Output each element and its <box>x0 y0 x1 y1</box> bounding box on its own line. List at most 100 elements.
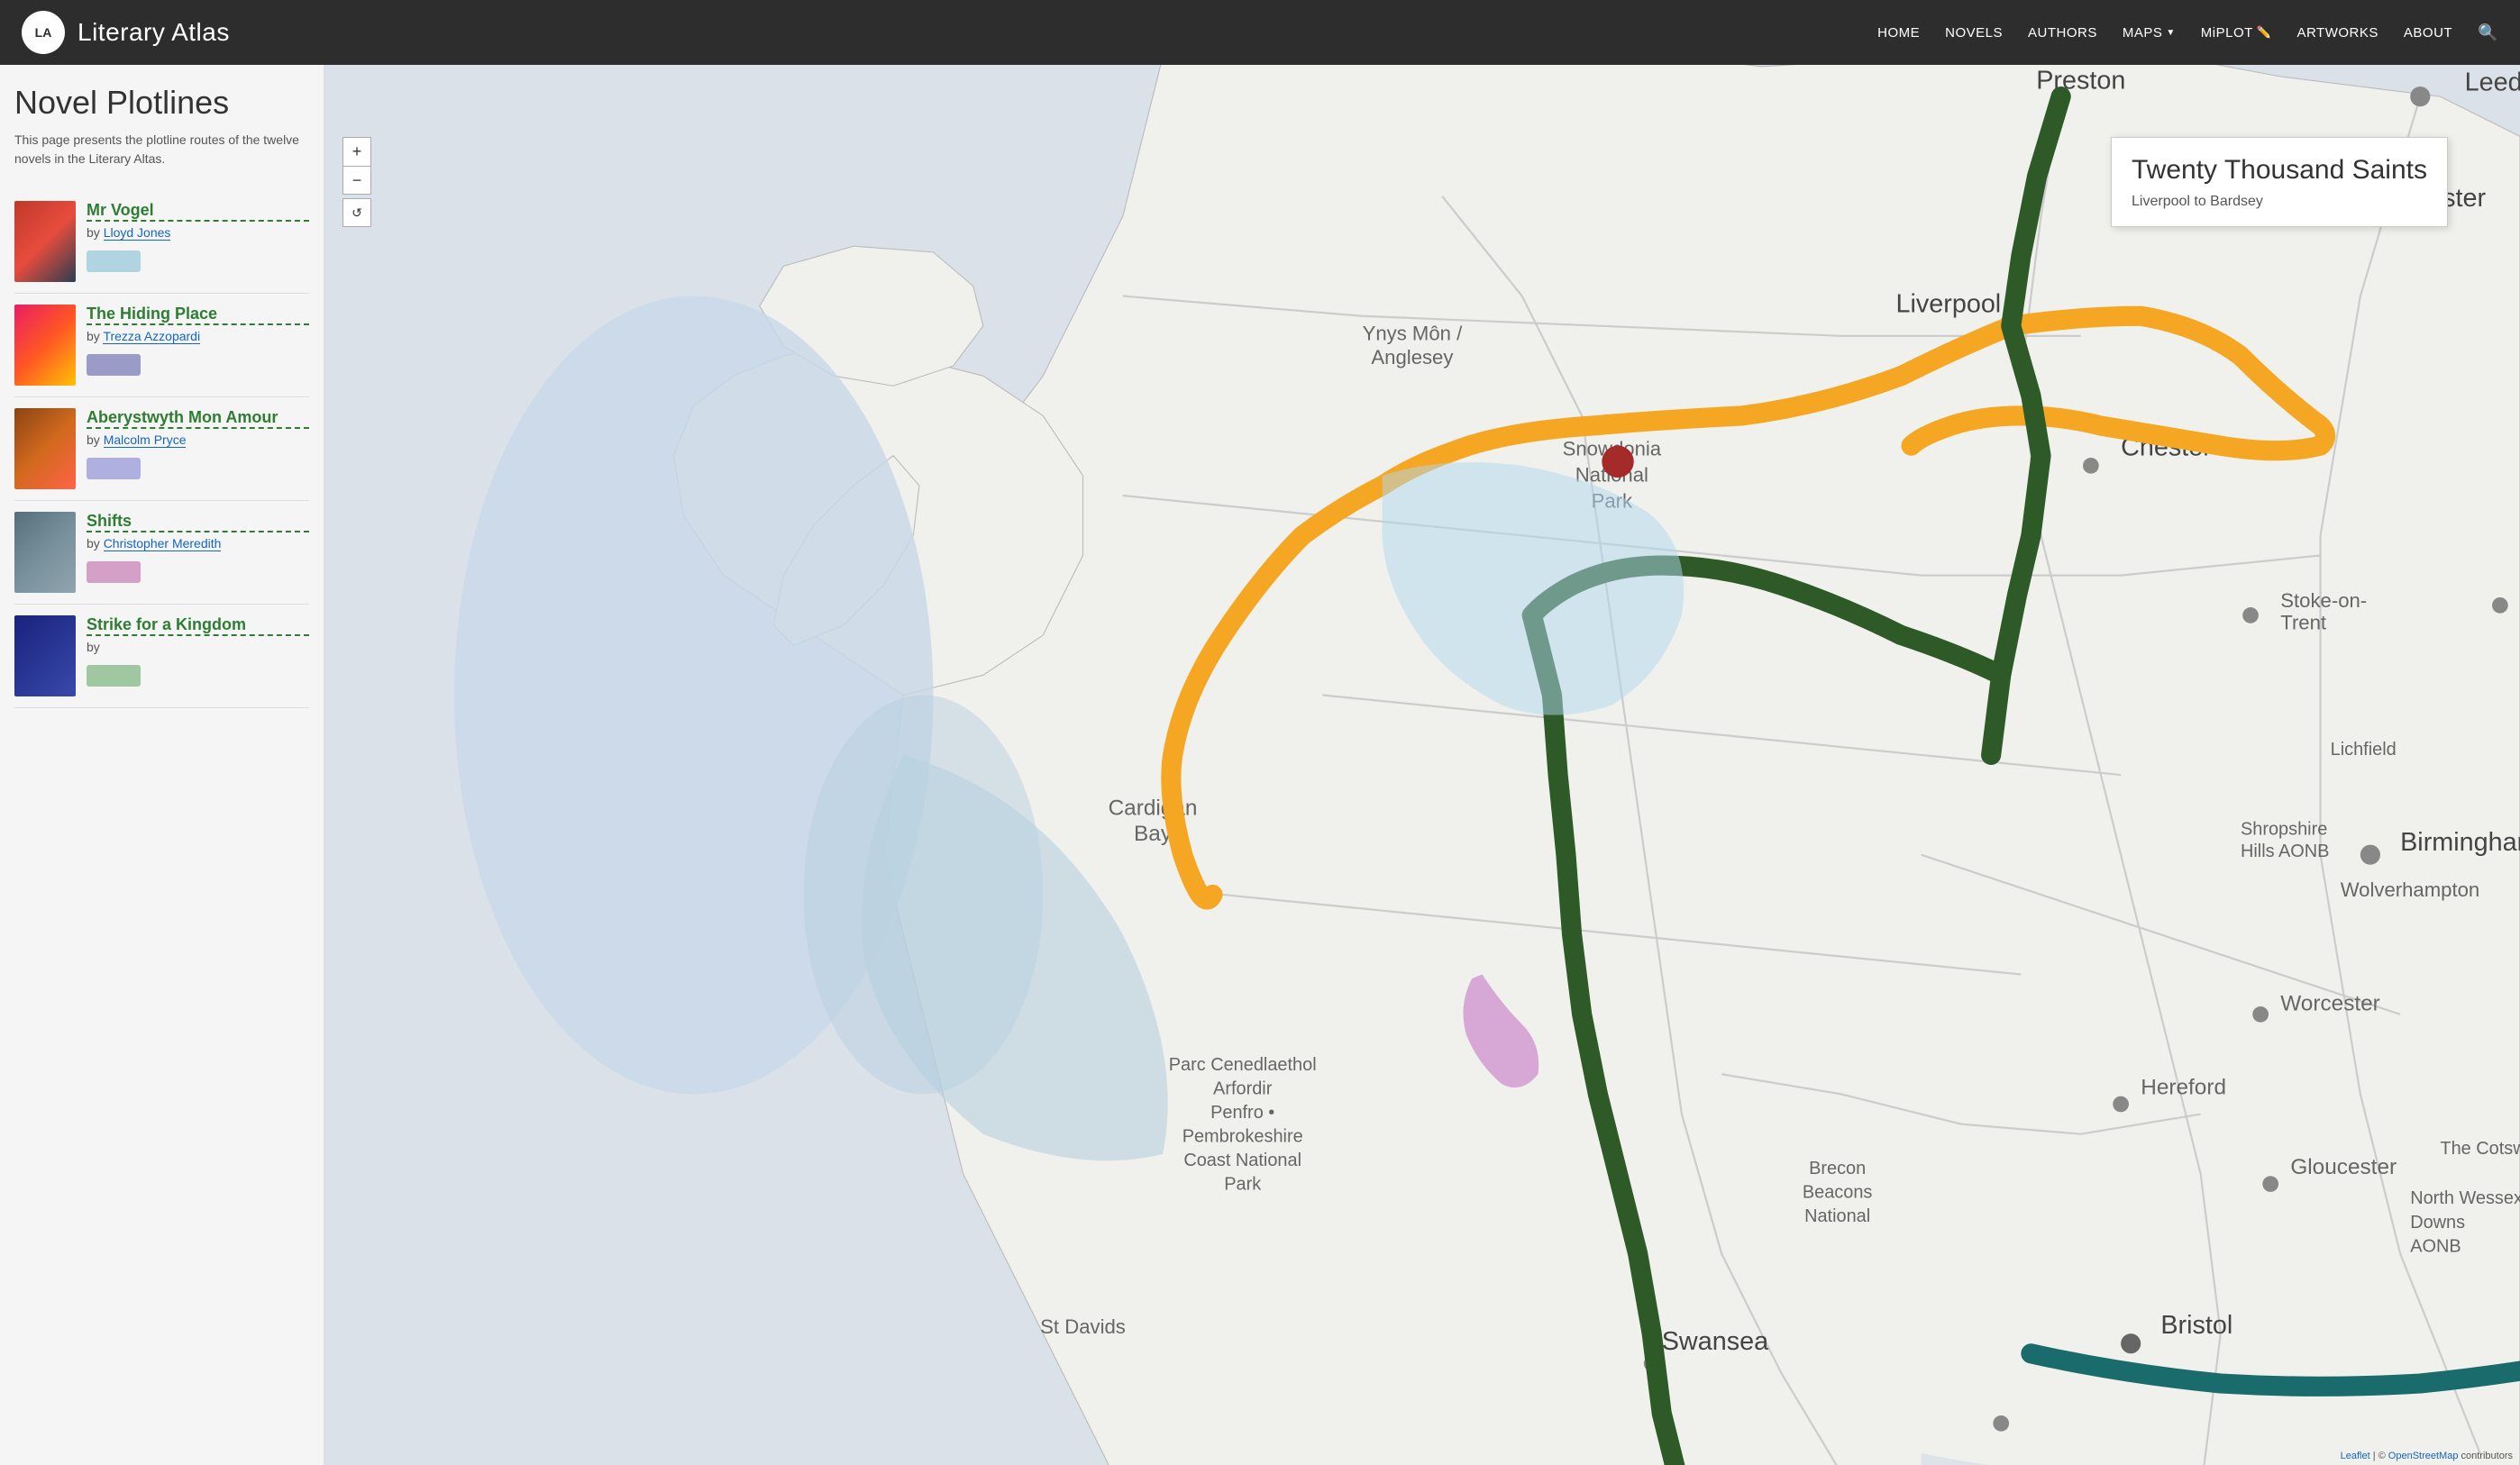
search-icon: 🔍 <box>2478 23 2498 42</box>
maps-dropdown-arrow: ▼ <box>2166 28 2175 38</box>
sidebar-title: Novel Plotlines <box>14 83 309 122</box>
leaflet-link[interactable]: Leaflet <box>2341 1451 2370 1461</box>
svg-text:The Cotswolds: The Cotswolds <box>2440 1139 2520 1159</box>
logo-text: LA <box>35 26 52 39</box>
list-item: Shifts by Christopher Meredith <box>14 501 309 605</box>
header-left: LA Literary Atlas <box>22 11 230 54</box>
svg-text:Wolverhampton: Wolverhampton <box>2341 878 2480 901</box>
svg-text:Lichfield: Lichfield <box>2331 740 2397 760</box>
novel-list: Mr Vogel by Lloyd Jones The Hiding Place by… <box>14 190 309 708</box>
svg-text:Hereford: Hereford <box>2141 1075 2226 1099</box>
attribution-contributors: contributors <box>2461 1451 2513 1461</box>
map-svg: Preston Leeds Liverpool Manchester Sheff… <box>324 65 2520 1465</box>
map-controls: + − ↺ <box>342 137 371 227</box>
svg-text:Swansea: Swansea <box>1662 1327 1768 1356</box>
popup-subtitle: Liverpool to Bardsey <box>2132 194 2427 210</box>
novel-title-shifts[interactable]: Shifts <box>87 512 309 532</box>
list-item: Aberystwyth Mon Amour by Malcolm Pryce <box>14 397 309 501</box>
svg-text:Arfordir: Arfordir <box>1213 1078 1273 1098</box>
novel-info-strike: Strike for a Kingdom by <box>87 615 309 687</box>
novel-swatch-strike[interactable] <box>87 665 141 687</box>
novel-author-aberystwyth[interactable]: Malcolm Pryce <box>104 432 187 448</box>
svg-text:Trent: Trent <box>2280 611 2326 633</box>
sidebar-description: This page presents the plotline routes o… <box>14 131 309 168</box>
svg-text:Brecon: Brecon <box>1809 1159 1866 1178</box>
novel-author-hiding-place[interactable]: Trezza Azzopardi <box>103 329 200 344</box>
map-popup: Twenty Thousand Saints Liverpool to Bard… <box>2111 137 2448 227</box>
svg-text:St Davids: St Davids <box>1040 1315 1126 1338</box>
osm-link[interactable]: OpenStreetMap <box>2388 1451 2459 1461</box>
popup-title: Twenty Thousand Saints <box>2132 154 2427 187</box>
novel-title-hiding-place[interactable]: The Hiding Place <box>87 305 309 325</box>
svg-text:Park: Park <box>1224 1175 1261 1195</box>
zoom-out-button[interactable]: − <box>342 166 371 195</box>
map-container[interactable]: Preston Leeds Liverpool Manchester Sheff… <box>324 65 2520 1465</box>
svg-text:Preston: Preston <box>2036 66 2125 95</box>
svg-text:Penfro •: Penfro • <box>1210 1103 1274 1123</box>
svg-text:Downs: Downs <box>2410 1213 2465 1233</box>
novel-swatch-aberystwyth[interactable] <box>87 458 141 479</box>
nav-miplot[interactable]: MiPLOT ✏️ <box>2201 25 2272 41</box>
app-title: Literary Atlas <box>78 18 230 47</box>
svg-text:Anglesey: Anglesey <box>1371 346 1454 369</box>
nav-search[interactable]: 🔍 <box>2478 23 2498 42</box>
novel-author-line-mr-vogel: by Lloyd Jones <box>87 225 309 241</box>
app-header: LA Literary Atlas HOME NOVELS AUTHORS MA… <box>0 0 2520 65</box>
novel-title-aberystwyth[interactable]: Aberystwyth Mon Amour <box>87 408 309 429</box>
novel-info-aberystwyth: Aberystwyth Mon Amour by Malcolm Pryce <box>87 408 309 479</box>
svg-text:Liverpool: Liverpool <box>1895 289 2001 318</box>
nav-home[interactable]: HOME <box>1877 25 1920 41</box>
nav-artworks[interactable]: ARTWORKS <box>2296 25 2378 41</box>
novel-info-shifts: Shifts by Christopher Meredith <box>87 512 309 583</box>
zoom-in-button[interactable]: + <box>342 137 371 166</box>
svg-text:Gloucester: Gloucester <box>2290 1155 2397 1179</box>
novel-author-line-strike: by <box>87 640 309 656</box>
novel-cover-aberystwyth <box>14 408 76 489</box>
svg-text:Shropshire: Shropshire <box>2241 820 2327 840</box>
map-attribution: Leaflet | © OpenStreetMap contributors <box>2341 1451 2513 1461</box>
list-item: The Hiding Place by Trezza Azzopardi <box>14 294 309 397</box>
svg-text:Pembrokeshire: Pembrokeshire <box>1182 1127 1303 1147</box>
novel-title-mr-vogel[interactable]: Mr Vogel <box>87 201 309 222</box>
logo-icon[interactable]: LA <box>22 11 65 54</box>
svg-text:Birmingham: Birmingham <box>2400 828 2520 857</box>
svg-text:Stoke-on-: Stoke-on- <box>2280 589 2367 612</box>
nav-authors[interactable]: AUTHORS <box>2028 25 2097 41</box>
novel-info-mr-vogel: Mr Vogel by Lloyd Jones <box>87 201 309 272</box>
novel-author-mr-vogel[interactable]: Lloyd Jones <box>104 225 171 241</box>
list-item: Mr Vogel by Lloyd Jones <box>14 190 309 294</box>
reset-button[interactable]: ↺ <box>342 198 371 227</box>
novel-author-shifts[interactable]: Christopher Meredith <box>104 536 222 551</box>
svg-text:North Wessex: North Wessex <box>2410 1188 2520 1208</box>
novel-swatch-mr-vogel[interactable] <box>87 250 141 272</box>
novel-author-line-aberystwyth: by Malcolm Pryce <box>87 432 309 449</box>
sidebar: Novel Plotlines This page presents the p… <box>0 65 324 1465</box>
novel-swatch-hiding-place[interactable] <box>87 354 141 376</box>
pencil-icon: ✏️ <box>2257 25 2272 40</box>
novel-author-line-shifts: by Christopher Meredith <box>87 536 309 552</box>
svg-text:Worcester: Worcester <box>2280 991 2380 1015</box>
list-item: Strike for a Kingdom by <box>14 605 309 708</box>
svg-text:Bristol: Bristol <box>2160 1311 2232 1340</box>
svg-text:Parc Cenedlaethol: Parc Cenedlaethol <box>1169 1055 1317 1075</box>
novel-swatch-shifts[interactable] <box>87 561 141 583</box>
svg-text:Ynys Môn /: Ynys Môn / <box>1363 322 1464 344</box>
novel-cover-shifts <box>14 512 76 593</box>
svg-text:AONB: AONB <box>2410 1236 2461 1256</box>
nav-novels[interactable]: NOVELS <box>1945 25 2003 41</box>
novel-cover-strike <box>14 615 76 696</box>
novel-author-line-hiding-place: by Trezza Azzopardi <box>87 329 309 345</box>
svg-text:Leeds: Leeds <box>2465 68 2520 96</box>
svg-text:Hills AONB: Hills AONB <box>2241 842 2330 861</box>
novel-cover-hiding-place <box>14 305 76 386</box>
novel-info-hiding-place: The Hiding Place by Trezza Azzopardi <box>87 305 309 376</box>
svg-text:National: National <box>1804 1206 1870 1226</box>
main-nav: HOME NOVELS AUTHORS MAPS ▼ MiPLOT ✏️ ART… <box>1877 23 2498 42</box>
novel-cover-mr-vogel <box>14 201 76 282</box>
svg-text:Coast National: Coast National <box>1183 1151 1301 1170</box>
novel-title-strike[interactable]: Strike for a Kingdom <box>87 615 309 636</box>
nav-maps[interactable]: MAPS ▼ <box>2123 25 2176 41</box>
svg-text:Beacons: Beacons <box>1803 1183 1873 1203</box>
main-content: Novel Plotlines This page presents the p… <box>0 65 2520 1465</box>
nav-about[interactable]: ABOUT <box>2404 25 2452 41</box>
